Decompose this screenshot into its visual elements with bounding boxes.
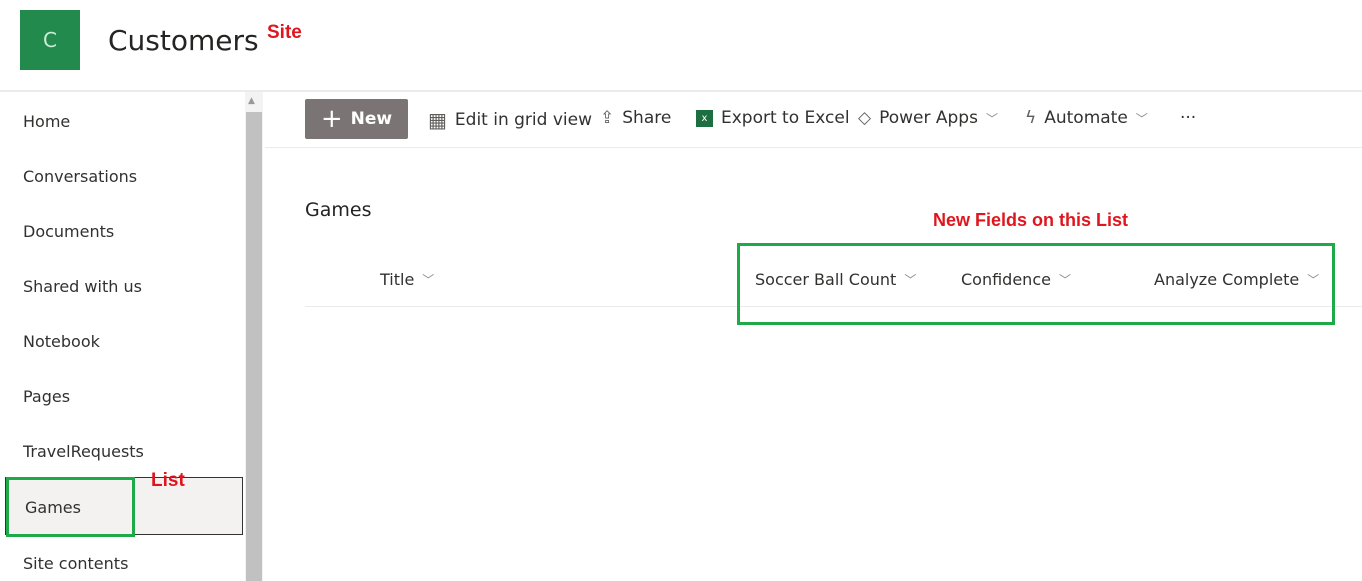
excel-icon: x bbox=[696, 109, 713, 127]
new-button[interactable]: + New bbox=[305, 99, 408, 139]
nav-item-shared-with-us[interactable]: Shared with us bbox=[23, 277, 142, 296]
chevron-down-icon: ﹀ bbox=[985, 111, 998, 126]
list-highlight-box bbox=[6, 477, 135, 537]
power-apps-label: Power Apps bbox=[879, 108, 978, 128]
nav-item-pages[interactable]: Pages bbox=[23, 387, 70, 406]
site-title[interactable]: Customers bbox=[108, 24, 259, 57]
edit-grid-button[interactable]: ▦ Edit in grid view bbox=[428, 108, 592, 132]
column-header-title[interactable]: Title ﹀ bbox=[380, 270, 434, 289]
scroll-up-icon[interactable]: ▲ bbox=[248, 96, 255, 106]
automate-label: Automate bbox=[1044, 108, 1128, 128]
chevron-down-icon: ﹀ bbox=[1135, 111, 1148, 126]
edit-grid-label: Edit in grid view bbox=[454, 110, 592, 130]
export-excel-button[interactable]: x Export to Excel bbox=[696, 108, 850, 128]
power-apps-button[interactable]: ◇ Power Apps ﹀ bbox=[858, 108, 998, 128]
nav-item-documents[interactable]: Documents bbox=[23, 222, 114, 241]
nav-item-site-contents[interactable]: Site contents bbox=[23, 554, 128, 573]
chevron-down-icon: ﹀ bbox=[422, 273, 435, 287]
nav-item-home[interactable]: Home bbox=[23, 112, 70, 131]
plus-icon: + bbox=[320, 104, 343, 134]
new-label: New bbox=[350, 109, 393, 129]
fields-annotation: New Fields on this List bbox=[933, 210, 1129, 230]
nav-item-notebook[interactable]: Notebook bbox=[23, 332, 100, 351]
site-annotation: Site bbox=[267, 22, 302, 43]
list-annotation: List bbox=[151, 470, 185, 491]
nav-item-travelrequests[interactable]: TravelRequests bbox=[23, 442, 144, 461]
share-icon: ⇪ bbox=[600, 108, 615, 128]
column-label: Title bbox=[380, 270, 415, 289]
automate-button[interactable]: ϟ Automate ﹀ bbox=[1025, 108, 1148, 128]
more-button[interactable]: ··· bbox=[1180, 108, 1196, 128]
nav-scrollbar-thumb[interactable] bbox=[246, 112, 262, 581]
header-divider bbox=[0, 90, 1362, 92]
fields-highlight-box bbox=[737, 243, 1335, 325]
export-label: Export to Excel bbox=[721, 108, 850, 128]
power-apps-icon: ◇ bbox=[858, 108, 872, 128]
share-button[interactable]: ⇪ Share bbox=[600, 108, 671, 128]
nav-item-conversations[interactable]: Conversations bbox=[23, 167, 137, 186]
site-logo-letter: C bbox=[43, 28, 57, 52]
automate-icon: ϟ bbox=[1025, 108, 1037, 128]
list-title: Games bbox=[305, 199, 372, 221]
site-logo[interactable]: C bbox=[20, 10, 80, 70]
command-bar-divider bbox=[265, 147, 1362, 148]
grid-icon: ▦ bbox=[428, 108, 447, 132]
share-label: Share bbox=[622, 108, 672, 128]
